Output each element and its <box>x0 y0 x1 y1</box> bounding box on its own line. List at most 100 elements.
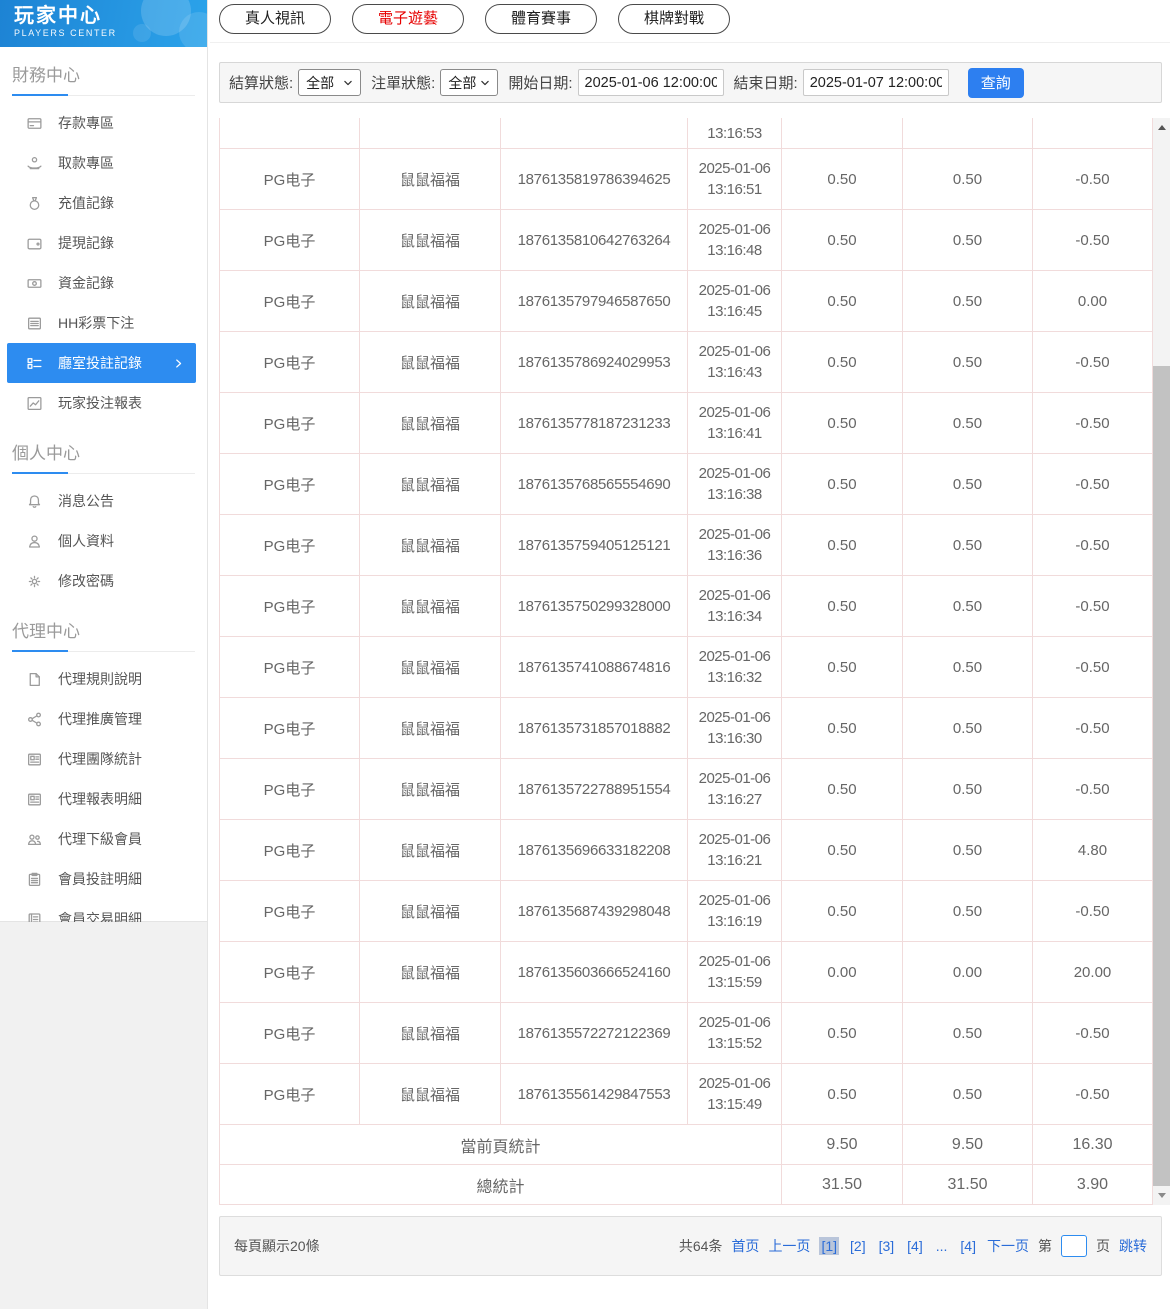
summary-valid-cell: 31.50 <box>902 1164 1033 1205</box>
tab-體育賽事[interactable]: 體育賽事 <box>485 4 598 34</box>
result-amount-cell: -0.50 <box>1032 331 1153 393</box>
page-link-[2][interactable]: [2] <box>848 1237 868 1255</box>
page-link-...[interactable]: ... <box>934 1237 950 1255</box>
bet-amount-cell: 0.50 <box>781 880 903 942</box>
page-link-[4][interactable]: [4] <box>905 1237 925 1255</box>
game-name-cell: 鼠鼠福福 <box>359 331 501 393</box>
summary-bet-cell: 31.50 <box>781 1164 903 1205</box>
bet-date: 2025-01-06 <box>698 1014 771 1031</box>
settle-status-select[interactable]: 全部 <box>298 69 362 96</box>
sidebar-item-會員投註明細[interactable]: 會員投註明細 <box>0 859 207 899</box>
summary-valid-cell: 9.50 <box>902 1124 1033 1165</box>
sidebar-item-代理團隊統計[interactable]: 代理團隊統計 <box>0 739 207 779</box>
sidebar-item-HH彩票下注[interactable]: HH彩票下注 <box>0 303 207 343</box>
valid-amount-cell: 0.50 <box>902 636 1033 698</box>
share-icon <box>26 711 43 728</box>
order-no-cell: 1876135786924029953 <box>500 331 688 393</box>
sidebar-item-取款專區[interactable]: 取款專區 <box>0 143 207 183</box>
page-link-[3][interactable]: [3] <box>877 1237 897 1255</box>
sidebar-menu: 代理規則說明 代理推廣管理 代理團隊統計 代理報表明細 代理下級會員 會員投註明細 會員交易… <box>0 652 207 941</box>
sidebar-item-資金記錄[interactable]: 資金記錄 <box>0 263 207 303</box>
bet-date: 2025-01-06 <box>698 648 771 665</box>
order-status-select[interactable]: 全部 <box>440 69 499 96</box>
bet-amount-cell: 0.50 <box>781 514 903 576</box>
table-row: PG电子 鼠鼠福福 1876135696633182208 2025-01-06 13:… <box>219 819 1153 881</box>
sidebar-item-提現記錄[interactable]: 提現記錄 <box>0 223 207 263</box>
sidebar-item-label: 廳室投註記錄 <box>58 355 142 371</box>
valid-amount-cell: 0.50 <box>902 209 1033 271</box>
valid-amount-cell: 0.50 <box>902 270 1033 332</box>
sidebar-footer-area <box>0 922 208 1309</box>
jump-suffix-label: 页 <box>1096 1238 1110 1254</box>
table-row: PG电子 鼠鼠福福 1876135778187231233 2025-01-06 13:… <box>219 392 1153 454</box>
next-page-link[interactable]: 下一页 <box>987 1236 1029 1256</box>
bet-clock: 13:16:41 <box>707 425 762 442</box>
sidebar-item-修改密碼[interactable]: 修改密碼 <box>0 561 207 601</box>
banknote-icon <box>26 275 43 292</box>
table-row: PG电子 鼠鼠福福 1876135810642763264 2025-01-06 13:… <box>219 209 1153 271</box>
section-title: 財務中心 <box>12 61 195 96</box>
sidebar-item-玩家投注報表[interactable]: 玩家投注報表 <box>0 383 207 423</box>
order-no-cell: 1876135603666524160 <box>500 941 688 1003</box>
order-no-cell: 1876135741088674816 <box>500 636 688 698</box>
jump-button[interactable]: 跳转 <box>1119 1236 1147 1256</box>
main-content: 真人視訊 電子遊藝 體育賽事 棋牌對戰 結算狀態: 全部 注單狀態: 全部 開始日期:… <box>210 0 1170 1309</box>
sidebar-item-label: 個人資料 <box>58 533 114 549</box>
bet-date: 2025-01-06 <box>698 160 771 177</box>
page-link-[4][interactable]: [4] <box>958 1237 978 1255</box>
prev-page-link[interactable]: 上一页 <box>768 1236 810 1256</box>
valid-amount-cell: 0.50 <box>902 1063 1033 1125</box>
filter-panel: 結算狀態: 全部 注單狀態: 全部 開始日期: 結束日期: 查詢 <box>219 62 1162 103</box>
sidebar-item-代理規則說明[interactable]: 代理規則說明 <box>0 659 207 699</box>
table-cell <box>359 118 501 149</box>
sidebar-item-充值記錄[interactable]: 充值記錄 <box>0 183 207 223</box>
query-button[interactable]: 查詢 <box>967 67 1024 98</box>
sidebar-item-代理下級會員[interactable]: 代理下級會員 <box>0 819 207 859</box>
bet-amount-cell: 0.50 <box>781 575 903 637</box>
settle-status-value: 全部 <box>306 74 335 91</box>
result-amount-cell: -0.50 <box>1032 392 1153 454</box>
sidebar-item-廳室投註記錄[interactable]: 廳室投註記錄 <box>7 343 196 383</box>
sidebar-item-label: 代理推廣管理 <box>58 711 142 727</box>
vertical-scrollbar[interactable] <box>1153 118 1170 1205</box>
bet-clock: 13:16:36 <box>707 547 762 564</box>
page-link-[1][interactable]: [1] <box>819 1237 840 1255</box>
sidebar-item-個人資料[interactable]: 個人資料 <box>0 521 207 561</box>
first-page-link[interactable]: 首页 <box>731 1236 759 1256</box>
list-icon <box>26 315 43 332</box>
bet-time-cell: 2025-01-06 13:16:30 <box>687 697 782 759</box>
scroll-down-icon[interactable] <box>1153 1187 1170 1204</box>
sidebar-item-存款專區[interactable]: 存款專區 <box>0 103 207 143</box>
sidebar: 玩家中心 PLAYERS CENTER 財務中心 存款專區 取款專區 充值記錄 提現記錄… <box>0 0 208 927</box>
valid-amount-cell: 0.50 <box>902 453 1033 515</box>
sidebar-item-代理報表明細[interactable]: 代理報表明細 <box>0 779 207 819</box>
scroll-thumb[interactable] <box>1153 366 1170 1186</box>
order-no-cell: 1876135778187231233 <box>500 392 688 454</box>
card-icon <box>26 115 43 132</box>
end-date-input[interactable] <box>802 69 949 96</box>
report-icon <box>26 791 43 808</box>
person-icon <box>26 533 43 550</box>
bet-date: 2025-01-06 <box>698 526 771 543</box>
tab-真人視訊[interactable]: 真人視訊 <box>219 4 332 34</box>
start-date-input[interactable] <box>577 69 724 96</box>
sidebar-item-消息公告[interactable]: 消息公告 <box>0 481 207 521</box>
tab-電子遊藝[interactable]: 電子遊藝 <box>352 4 465 34</box>
bet-time-cell: 2025-01-06 13:16:51 <box>687 148 782 210</box>
jump-page-input[interactable] <box>1061 1235 1087 1257</box>
bet-amount-cell: 0.50 <box>781 270 903 332</box>
bet-amount-cell: 0.50 <box>781 697 903 759</box>
scroll-up-icon[interactable] <box>1153 119 1170 136</box>
sidebar-item-label: 會員投註明細 <box>58 871 142 887</box>
bet-amount-cell: 0.50 <box>781 1002 903 1064</box>
bet-amount-cell: 0.50 <box>781 392 903 454</box>
sidebar-item-label: 存款專區 <box>58 115 114 131</box>
bet-date: 2025-01-06 <box>698 953 771 970</box>
order-no-cell: 1876135731857018882 <box>500 697 688 759</box>
sidebar-item-label: 提現記錄 <box>58 235 114 251</box>
tab-棋牌對戰[interactable]: 棋牌對戰 <box>618 4 731 34</box>
sidebar-item-代理推廣管理[interactable]: 代理推廣管理 <box>0 699 207 739</box>
provider-cell: PG电子 <box>219 392 360 454</box>
summary-bet-cell: 9.50 <box>781 1124 903 1165</box>
valid-amount-cell: 0.50 <box>902 575 1033 637</box>
